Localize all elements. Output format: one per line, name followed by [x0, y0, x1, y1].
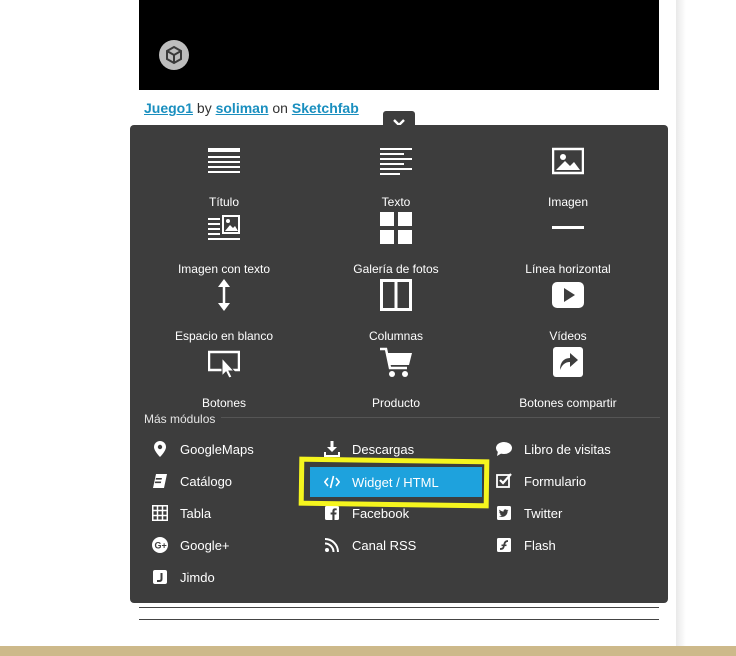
tile-producto[interactable]: Producto — [310, 344, 482, 410]
module-label: GoogleMaps — [180, 441, 254, 457]
tile-label: Botones compartir — [519, 396, 617, 410]
credit-on: on — [272, 100, 288, 116]
module-label: Libro de visitas — [524, 441, 611, 457]
table-icon — [152, 505, 168, 521]
title-icon — [208, 148, 240, 173]
tile-linea-horizontal[interactable]: Línea horizontal — [482, 210, 654, 276]
module-label: Descargas — [352, 441, 415, 457]
more-modules-heading: Más módulos — [144, 412, 216, 426]
module-label: Google+ — [180, 537, 230, 553]
module-widget-html[interactable]: Widget / HTML — [310, 467, 482, 497]
svg-text:G+: G+ — [155, 541, 167, 551]
form-icon — [496, 473, 512, 489]
module-facebook[interactable]: Facebook — [324, 502, 409, 524]
share-icon — [553, 347, 583, 377]
model-link[interactable]: Juego1 — [144, 100, 193, 116]
module-googleplus[interactable]: G+ Google+ — [152, 534, 230, 556]
module-label: Twitter — [524, 505, 563, 521]
tile-label: Imagen — [547, 195, 589, 209]
page-edge-shadow — [676, 0, 686, 646]
code-icon — [324, 474, 340, 490]
google-plus-icon: G+ — [152, 537, 168, 553]
module-canal-rss[interactable]: Canal RSS — [324, 534, 416, 556]
model-credit: Juego1 by soliman on Sketchfab — [144, 100, 359, 116]
author-link[interactable]: soliman — [216, 100, 269, 116]
flash-icon — [496, 537, 512, 553]
rss-icon — [324, 537, 340, 553]
module-label: Catálogo — [180, 473, 233, 489]
sketchfab-logo-icon[interactable] — [159, 40, 189, 70]
tile-imagen-con-texto[interactable]: Imagen con texto — [138, 210, 310, 276]
jimdo-icon — [152, 569, 168, 585]
module-descargas[interactable]: Descargas — [324, 438, 414, 460]
tile-label: Título — [208, 195, 239, 209]
more-modules-heading-wrap: Más módulos — [144, 410, 222, 426]
tile-label: Espacio en blanco — [174, 329, 274, 343]
tile-label: Galería de fotos — [353, 262, 439, 276]
image-with-text-icon — [208, 215, 240, 240]
credit-by: by — [196, 100, 212, 116]
tile-botones[interactable]: Botones — [138, 344, 310, 410]
tile-label: Imagen con texto — [177, 262, 271, 276]
module-label: Widget / HTML — [352, 474, 439, 490]
text-icon — [380, 148, 412, 175]
download-icon — [324, 441, 340, 457]
tile-label: Texto — [381, 195, 411, 209]
image-icon — [552, 147, 584, 175]
content-divider — [139, 607, 659, 608]
facebook-icon — [324, 505, 340, 521]
sketchfab-viewer[interactable] — [139, 0, 659, 90]
horizontal-line-icon — [552, 226, 584, 229]
add-module-panel: Título Texto Imagen Imagen con texto Gal… — [130, 125, 668, 603]
tile-videos[interactable]: Vídeos — [482, 277, 654, 343]
module-label: Formulario — [524, 473, 587, 489]
module-formulario[interactable]: Formulario — [496, 470, 586, 492]
module-libro-visitas[interactable]: Libro de visitas — [496, 438, 611, 460]
cart-icon — [380, 347, 412, 377]
tile-botones-compartir[interactable]: Botones compartir — [482, 344, 654, 410]
video-icon — [552, 282, 584, 308]
tile-titulo[interactable]: Título — [138, 143, 310, 209]
photo-gallery-icon — [380, 212, 412, 244]
module-label: Flash — [524, 537, 556, 553]
catalog-icon — [152, 473, 168, 489]
content-divider — [139, 619, 659, 620]
bottom-bar — [0, 646, 736, 656]
tile-label: Columnas — [368, 329, 424, 343]
module-jimdo[interactable]: Jimdo — [152, 566, 215, 588]
button-icon — [208, 350, 240, 378]
tile-galeria[interactable]: Galería de fotos — [310, 210, 482, 276]
site-link[interactable]: Sketchfab — [292, 100, 359, 116]
module-label: Tabla — [180, 505, 212, 521]
tile-label: Vídeos — [549, 329, 587, 343]
tile-imagen[interactable]: Imagen — [482, 143, 654, 209]
module-catalogo[interactable]: Catálogo — [152, 470, 232, 492]
module-label: Canal RSS — [352, 537, 417, 553]
module-tabla[interactable]: Tabla — [152, 502, 211, 524]
tile-label: Botones — [201, 396, 247, 410]
module-label: Jimdo — [180, 569, 215, 585]
tile-texto[interactable]: Texto — [310, 143, 482, 209]
module-flash[interactable]: Flash — [496, 534, 556, 556]
tile-label: Producto — [371, 396, 421, 410]
columns-icon — [380, 279, 412, 311]
twitter-icon — [496, 505, 512, 521]
module-googlemaps[interactable]: GoogleMaps — [152, 438, 254, 460]
tile-label: Línea horizontal — [525, 262, 611, 276]
more-modules-divider — [146, 417, 660, 418]
spacer-icon — [218, 279, 230, 311]
module-twitter[interactable]: Twitter — [496, 502, 562, 524]
guestbook-icon — [496, 441, 512, 457]
map-pin-icon — [152, 441, 168, 457]
module-label: Facebook — [352, 505, 410, 521]
tile-columnas[interactable]: Columnas — [310, 277, 482, 343]
tile-espacio[interactable]: Espacio en blanco — [138, 277, 310, 343]
